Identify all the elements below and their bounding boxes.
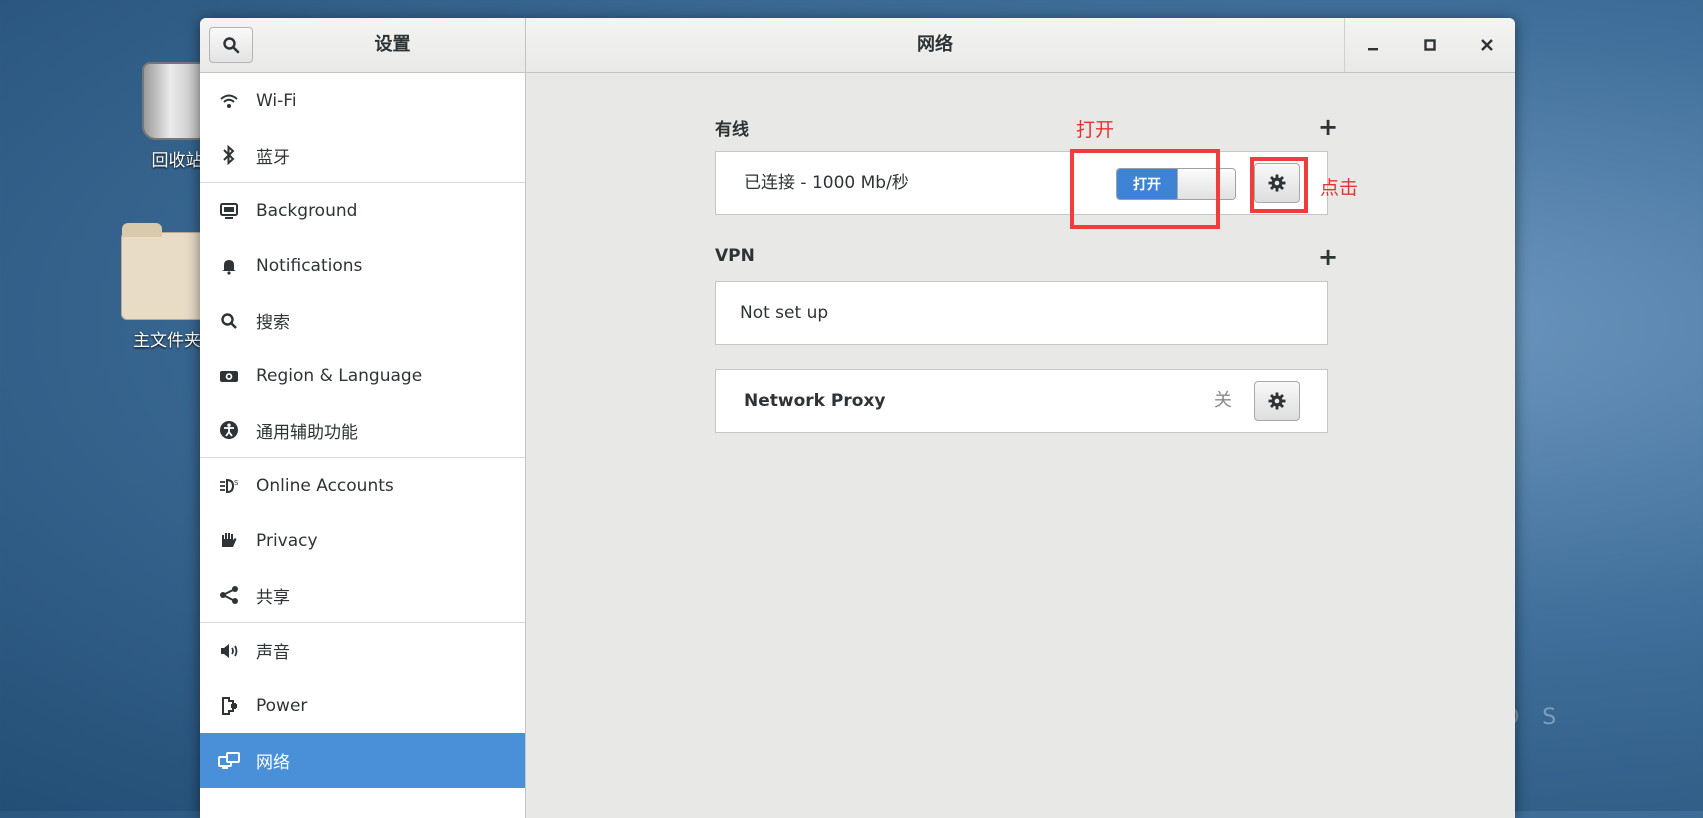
annotation-toggle-highlight [1070,149,1220,229]
proxy-state: 关 [1214,390,1232,411]
minimize-button[interactable] [1356,28,1390,62]
sidebar-item-label: 通用辅助功能 [256,422,358,443]
minimize-icon [1368,48,1379,51]
sidebar-item-bluetooth[interactable]: 蓝牙 [200,128,525,183]
sidebar-title: 设置 [374,34,411,55]
sidebar-item-label: Region & Language [256,365,423,386]
sidebar-item-label: 声音 [256,643,290,663]
sidebar-item-universal-access[interactable]: 通用辅助功能 [200,403,525,458]
svg-text:S: S [234,479,239,487]
bell-icon [218,255,240,277]
wired-connection-row: 已连接 - 1000 Mb/秒 打开 [715,151,1328,215]
sidebar-item-label: Notifications [256,255,363,276]
search-icon [223,37,240,54]
sidebar-item-label: Privacy [256,530,318,551]
window-title: 网络 [917,34,953,55]
sidebar-header: 设置 [200,18,526,72]
sidebar-item-label: 共享 [256,587,290,608]
sidebar-item-sharing[interactable]: 共享 [200,568,525,623]
background-monitor-icon [218,200,240,222]
close-button[interactable] [1470,28,1504,62]
sidebar-item-notifications[interactable]: Notifications [200,238,525,293]
sidebar: Wi-Fi 蓝牙 Background Notifications 搜索 Reg… [200,73,526,818]
add-wired-button[interactable]: + [1318,115,1338,139]
settings-window: 设置 网络 Wi-Fi 蓝牙 Background Notifications … [200,18,1515,818]
accessibility-icon [218,419,240,441]
sidebar-item-label: 蓝牙 [256,147,290,168]
annotation-open-note: 打开 [1076,119,1115,141]
sidebar-item-label: Background [256,200,358,221]
vpn-row: Not set up [715,281,1328,345]
sidebar-item-online-accounts[interactable]: S Online Accounts [200,458,525,513]
search-icon [218,310,240,332]
network-icon [218,750,240,772]
maximize-icon [1424,39,1436,51]
speaker-icon [218,640,240,662]
proxy-settings-button[interactable] [1254,381,1300,421]
power-plug-icon [218,695,240,717]
window-controls [1344,18,1515,72]
online-accounts-icon: S [218,475,240,497]
sidebar-item-label: Power [256,695,308,716]
bluetooth-icon [218,144,240,166]
vpn-status: Not set up [740,303,829,323]
sidebar-item-label: Wi-Fi [256,90,297,111]
wifi-icon [218,90,240,112]
titlebar: 设置 网络 [200,18,1515,73]
sidebar-item-label: 搜索 [256,313,290,333]
network-panel: 有线 + 已连接 - 1000 Mb/秒 打开 打开 点击 VPN + Not … [526,73,1515,818]
annotation-click-note: 点击 [1320,177,1359,199]
sidebar-item-wifi[interactable]: Wi-Fi [200,73,525,128]
sidebar-item-background[interactable]: Background [200,183,525,238]
sidebar-item-label: 网络 [256,753,290,773]
network-proxy-row[interactable]: Network Proxy 关 [715,369,1328,433]
hand-icon [218,530,240,552]
sidebar-item-network[interactable]: 网络 [200,733,525,788]
annotation-gear-highlight [1250,157,1308,213]
search-button[interactable] [209,27,253,63]
vpn-section-label: VPN [715,246,755,266]
sidebar-item-privacy[interactable]: Privacy [200,513,525,568]
sidebar-item-label: Online Accounts [256,475,394,496]
close-icon [1480,39,1493,51]
sidebar-item-region-language[interactable]: Region & Language [200,348,525,403]
sidebar-item-power[interactable]: Power [200,678,525,733]
sidebar-item-search[interactable]: 搜索 [200,293,525,348]
wired-section-label: 有线 [715,120,749,140]
region-camera-icon [218,365,240,387]
sidebar-item-sound[interactable]: 声音 [200,623,525,678]
maximize-button[interactable] [1413,28,1447,62]
add-vpn-button[interactable]: + [1318,245,1338,269]
proxy-label: Network Proxy [744,391,886,411]
wired-status: 已连接 - 1000 Mb/秒 [744,173,909,193]
gear-icon [1268,392,1286,410]
share-icon [218,584,240,606]
